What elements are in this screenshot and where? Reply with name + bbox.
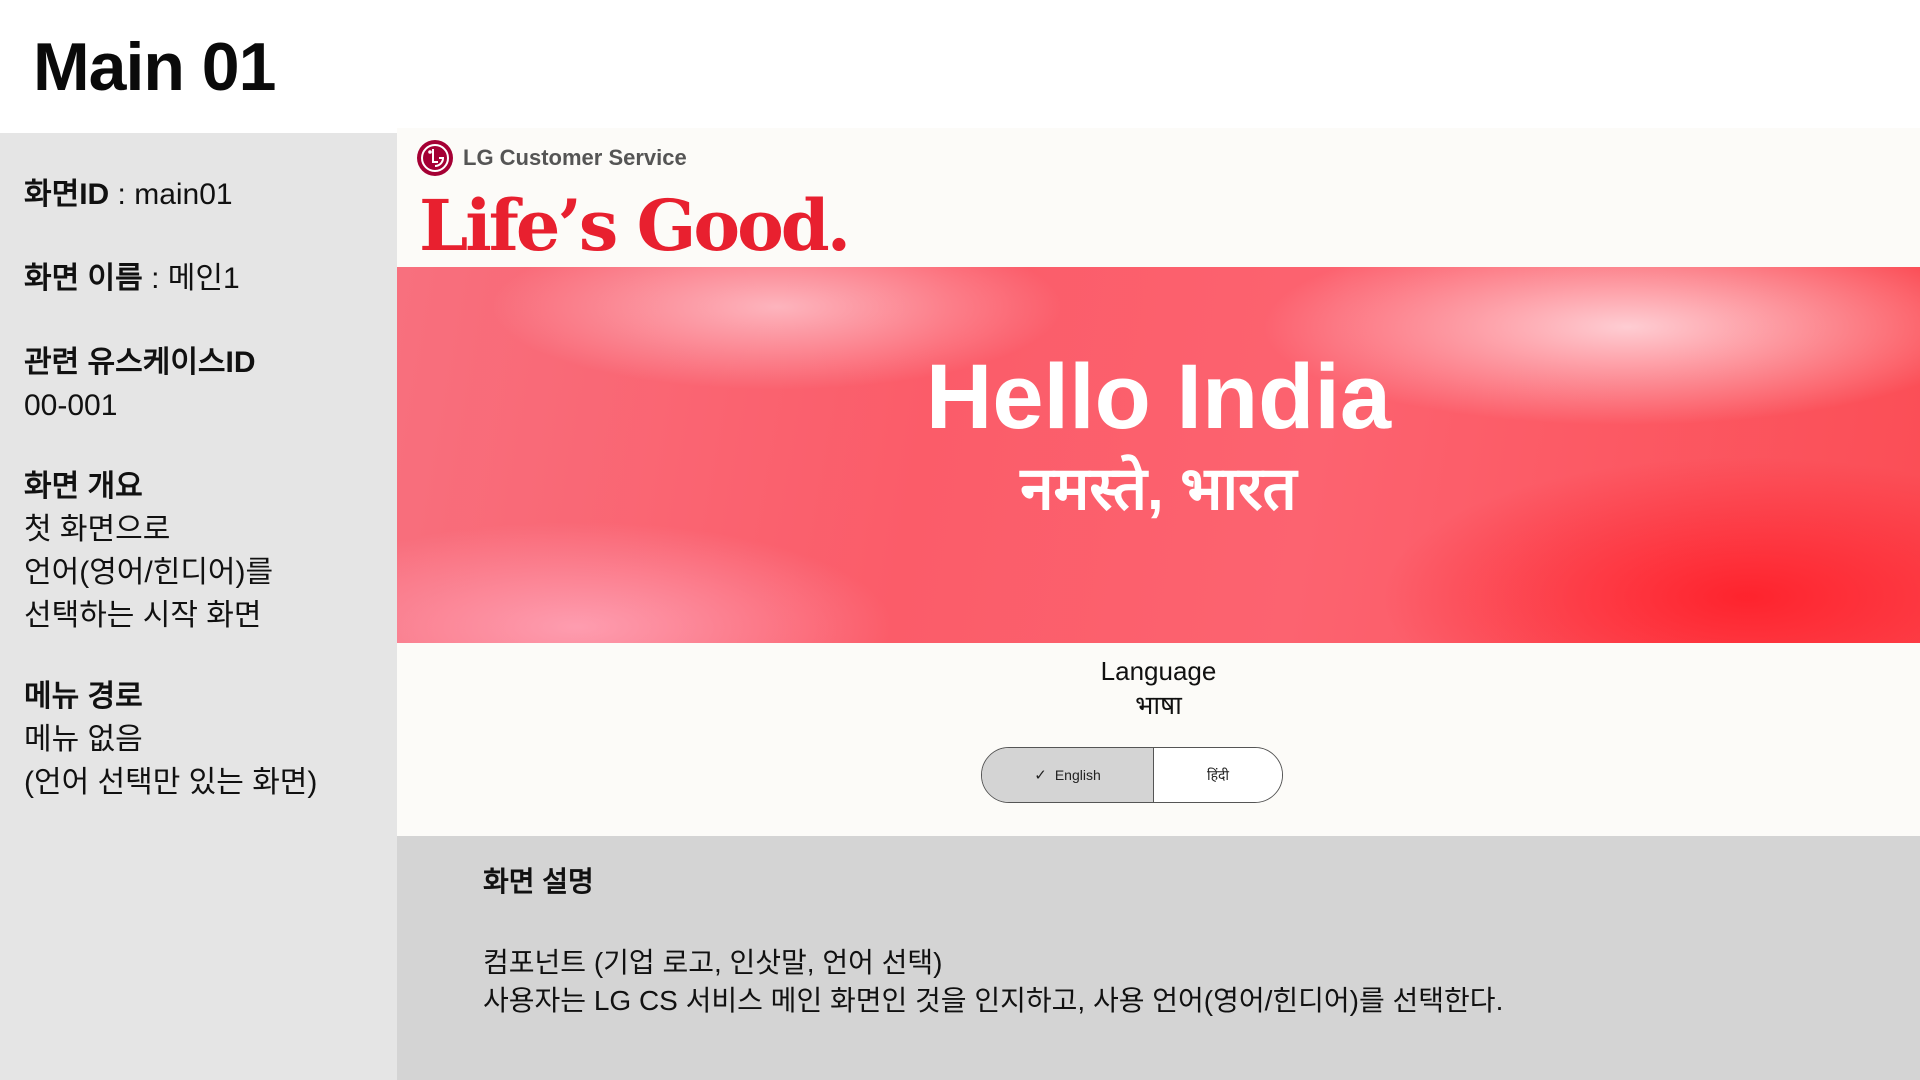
description-line: 컴포넌트 (기업 로고, 인삿말, 언어 선택) [483,947,943,978]
spec-panel: 화면ID : main01 화면 이름 : 메인1 관련 유스케이스ID 00-… [0,133,397,1080]
lg-logo-icon [417,140,453,176]
language-option-hindi-label: हिंदी [1206,766,1230,783]
spec-menu-line: (언어 선택만 있는 화면) [24,766,318,799]
language-option-english[interactable]: ✓ English [982,748,1154,802]
spec-screen-name-key: 화면 이름 [24,262,143,295]
spec-overview: 화면 개요 첫 화면으로 언어(영어/힌디어)를 선택하는 시작 화면 [24,465,397,637]
spec-menu-key: 메뉴 경로 [24,680,143,713]
language-label-hi: भाषा [1135,690,1182,720]
slogan-logo: Life’s Good. [419,184,851,267]
hero-greeting-en: Hello India [925,346,1392,448]
hero-banner: Hello India नमस्ते, भारत [397,267,1920,643]
spec-screen-name-value: : 메인1 [142,262,240,295]
spec-overview-key: 화면 개요 [24,470,143,503]
hero-greeting-hi: नमस्ते, भारत [1020,455,1297,522]
spec-usecase: 관련 유스케이스ID 00-001 [24,341,397,427]
language-toggle: ✓ English हिंदी [981,747,1283,803]
check-icon: ✓ [1034,767,1047,784]
description-panel: 화면 설명 컴포넌트 (기업 로고, 인삿말, 언어 선택) 사용자는 LG C… [397,836,1920,1080]
spec-screen-id-value: : main01 [109,178,233,211]
spec-usecase-key: 관련 유스케이스ID [24,346,256,379]
spec-menu: 메뉴 경로 메뉴 없음 (언어 선택만 있는 화면) [24,675,397,804]
spec-usecase-value: 00-001 [24,389,118,422]
spec-overview-line: 첫 화면으로 [24,513,171,546]
brand-name: LG Customer Service [463,145,687,170]
spec-screen-id-key: 화면ID [24,178,110,211]
brand-header: LG Customer Service [417,140,687,176]
language-label-en: Language [1100,656,1217,686]
language-option-english-label: English [1054,767,1101,783]
spec-screen-id: 화면ID : main01 [24,173,397,216]
description-line: 사용자는 LG CS 서비스 메인 화면인 것을 인지하고, 사용 언어(영어/… [483,985,1504,1016]
language-option-hindi[interactable]: हिंदी [1154,748,1282,802]
screen-mockup: LG Customer Service Life’s Good. Hello I… [397,128,1920,836]
spec-menu-line: 메뉴 없음 [24,723,143,756]
spec-overview-line: 언어(영어/힌디어)를 [24,556,274,589]
spec-overview-line: 선택하는 시작 화면 [24,599,262,632]
page-title: Main 01 [33,29,276,105]
description-title: 화면 설명 [483,866,594,897]
spec-screen-name: 화면 이름 : 메인1 [24,257,397,300]
